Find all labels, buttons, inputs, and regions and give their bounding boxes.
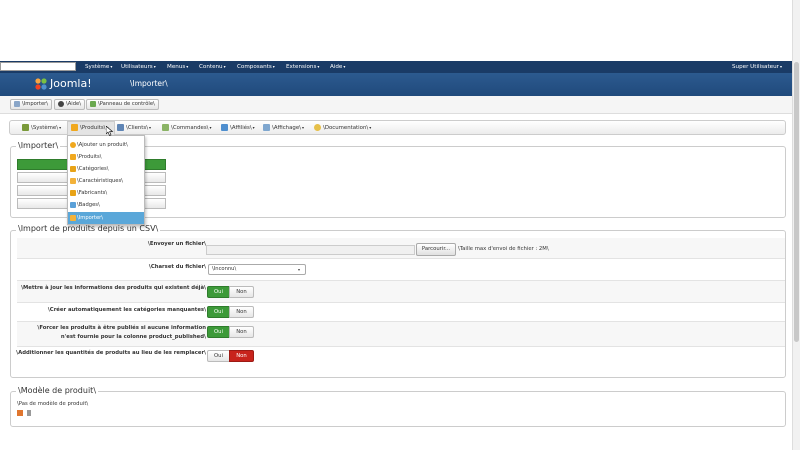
characteristics-icon xyxy=(70,178,76,184)
admin-menu-systeme[interactable]: Système▾ xyxy=(85,61,112,73)
create-categories-yes[interactable]: Oui xyxy=(207,306,230,318)
page-title: \Importer\ xyxy=(130,79,168,88)
max-upload-size-text: \Taille max d'envoi de fichier : 2M\ xyxy=(458,246,549,252)
submenu-systeme[interactable]: \Système\▾ xyxy=(22,122,61,133)
badges-icon xyxy=(70,202,76,208)
importer-legend: \Importer\ xyxy=(16,141,61,150)
mouse-cursor-icon xyxy=(106,126,114,136)
toolbar-control-panel-button[interactable]: \Panneau de contrôle\ xyxy=(86,99,159,110)
orders-icon xyxy=(162,124,169,131)
dropdown-item-characteristics[interactable]: \Caractéristiques\ xyxy=(68,175,144,187)
update-existing-label: \Mettre à jour les informations des prod… xyxy=(21,285,206,291)
force-publish-no[interactable]: Non xyxy=(229,326,254,338)
joomla-logo-icon xyxy=(35,78,47,90)
import-icon xyxy=(70,215,76,221)
admin-menu-menus[interactable]: Menus▾ xyxy=(167,61,188,73)
dropdown-item-add-product[interactable]: \Ajouter un produit\ xyxy=(68,139,144,151)
admin-search-input[interactable] xyxy=(0,62,76,71)
page-header xyxy=(0,73,792,96)
add-quantities-label: \Additionner les quantités de produits a… xyxy=(16,350,206,356)
clients-icon xyxy=(117,124,124,131)
dropdown-item-categories[interactable]: \Catégories\ xyxy=(68,163,144,175)
page-scrollbar-thumb[interactable] xyxy=(794,62,799,342)
create-categories-label: \Créer automatiquement les catégories ma… xyxy=(47,307,206,313)
submenu-affichage[interactable]: \Affichage\▾ xyxy=(263,122,304,133)
model-actions xyxy=(17,410,31,416)
browse-button[interactable]: Parcourir... xyxy=(416,243,456,256)
create-categories-toggle: Oui Non xyxy=(207,306,254,318)
display-icon xyxy=(263,124,270,131)
force-publish-label-line-2: n'est fournie pour la colonne product_pu… xyxy=(60,334,206,340)
file-path-input[interactable] xyxy=(206,245,415,255)
manufacturers-icon xyxy=(70,190,76,196)
delete-model-icon[interactable] xyxy=(27,410,31,416)
no-model-text: \Pas de modèle de produit\ xyxy=(17,401,89,407)
help-icon xyxy=(58,100,64,107)
submenu-clients[interactable]: \Clients\▾ xyxy=(117,122,151,133)
chevron-down-icon: ▾ xyxy=(298,267,301,272)
admin-menu-composants[interactable]: Composants▾ xyxy=(237,61,275,73)
toolbar-help-button[interactable]: \Aide\ xyxy=(54,99,85,110)
force-publish-toggle: Oui Non xyxy=(207,326,254,338)
product-model-fieldset xyxy=(10,391,786,427)
products-icon xyxy=(70,154,76,160)
upload-label: \Envoyer un fichier\ xyxy=(147,241,206,247)
submenu-produits[interactable]: \Produits\▾ xyxy=(71,122,108,133)
row-separator xyxy=(17,258,785,259)
add-model-icon[interactable] xyxy=(17,410,23,416)
add-quantities-toggle: Oui Non xyxy=(207,350,254,362)
user-menu[interactable]: Super Utilisateur▾ xyxy=(732,61,782,73)
admin-menu-aide[interactable]: Aide▾ xyxy=(330,61,345,73)
admin-menu-extensions[interactable]: Extensions▾ xyxy=(286,61,319,73)
top-blank-area xyxy=(0,0,800,60)
charset-label: \Charset du fichier\ xyxy=(148,264,206,270)
product-model-legend: \Modèle de produit\ xyxy=(16,386,99,395)
joomla-logo-text: Joomla! xyxy=(50,77,92,90)
force-publish-label-line-1: \Forcer les produits à être publiés si a… xyxy=(37,325,206,331)
update-existing-toggle: Oui Non xyxy=(207,286,254,298)
products-icon xyxy=(71,124,78,131)
add-quantities-yes[interactable]: Oui xyxy=(207,350,230,362)
csv-import-legend: \Import de produits depuis un CSV\ xyxy=(16,224,161,233)
documentation-icon xyxy=(314,124,321,131)
control-panel-icon xyxy=(90,100,96,107)
affiliates-icon xyxy=(221,124,228,131)
dropdown-item-manufacturers[interactable]: \Fabricants\ xyxy=(68,187,144,199)
wrench-icon xyxy=(22,124,29,131)
dropdown-item-products[interactable]: \Produits\ xyxy=(68,151,144,163)
folder-icon xyxy=(70,166,76,172)
admin-menu-contenu[interactable]: Contenu▾ xyxy=(199,61,226,73)
import-icon xyxy=(14,100,20,107)
submenu-documentation[interactable]: \Documentation\▾ xyxy=(314,122,371,133)
row-separator xyxy=(17,346,785,347)
update-existing-no[interactable]: Non xyxy=(229,286,254,298)
admin-menu-utilisateurs[interactable]: Utilisateurs▾ xyxy=(121,61,156,73)
add-quantities-no[interactable]: Non xyxy=(229,350,254,362)
update-existing-yes[interactable]: Oui xyxy=(207,286,230,298)
submenu-commandes[interactable]: \Commandes\▾ xyxy=(162,122,211,133)
toolbar-import-button[interactable]: \Importer\ xyxy=(10,99,53,110)
admin-menu-bar xyxy=(0,61,792,73)
dropdown-item-badges[interactable]: \Badges\ xyxy=(68,199,144,211)
create-categories-no[interactable]: Non xyxy=(229,306,254,318)
charset-select[interactable]: \Inconnu\ xyxy=(208,264,306,275)
submenu-affilies[interactable]: \Affiliés\▾ xyxy=(221,122,255,133)
row-separator xyxy=(17,302,785,303)
force-publish-yes[interactable]: Oui xyxy=(207,326,230,338)
add-product-icon xyxy=(70,142,76,148)
dropdown-item-import[interactable]: \Importer\ xyxy=(68,212,144,224)
